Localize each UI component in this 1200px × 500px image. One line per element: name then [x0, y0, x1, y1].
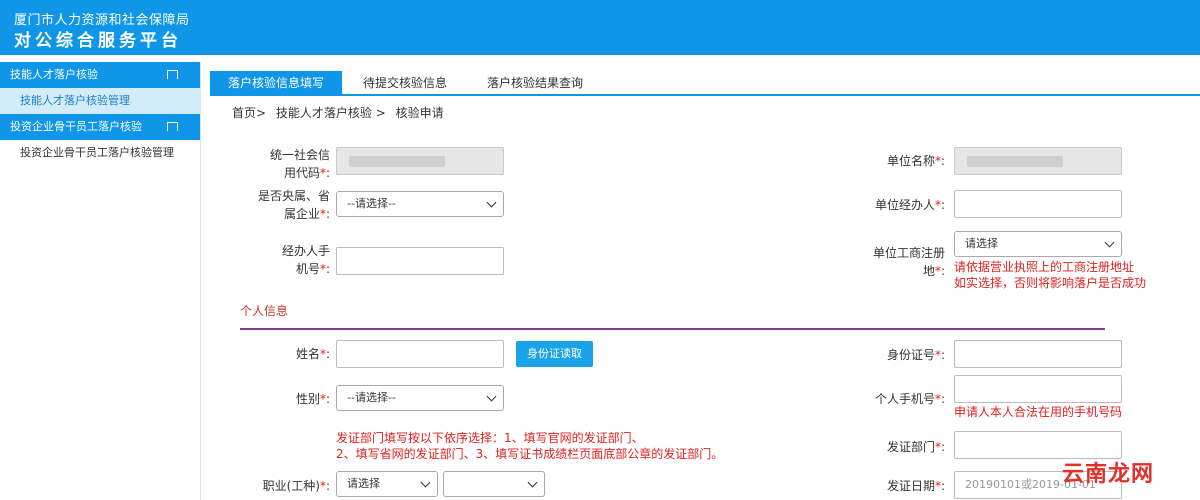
section-title-personal: 个人信息 — [240, 304, 289, 318]
sidebar-group-skilled-talent[interactable]: 技能人才落户核验 — [0, 62, 200, 88]
personal-phone-input[interactable] — [954, 375, 1122, 403]
chevron-down-icon — [486, 391, 497, 402]
credit-code-field — [336, 147, 504, 175]
name-label: 姓名*: — [295, 347, 330, 361]
personal-phone-hint: 申请人本人合法在用的手机号码 — [954, 405, 1123, 419]
occupation-label: 职业(工种)*: — [262, 479, 330, 493]
tab-fill-info[interactable]: 落户核验信息填写 — [210, 71, 342, 96]
sidebar-item-skilled-talent-manage[interactable]: 技能人才落户核验管理 — [0, 88, 200, 114]
handler-phone-label: 经办人手 机号*: — [281, 244, 330, 276]
reg-address-label: 单位工商注册 地*: — [872, 246, 945, 278]
chevron-down-icon — [527, 477, 538, 488]
id-number-label: 身份证号*: — [886, 348, 945, 362]
breadcrumb-home[interactable]: 首页> — [232, 106, 266, 120]
sidebar-group-investment-staff[interactable]: 投资企业骨干员工落户核验 — [0, 114, 200, 140]
personal-phone-label: 个人手机号*: — [874, 392, 945, 406]
occupation-select[interactable]: 请选择 — [336, 471, 438, 497]
unit-handler-label: 单位经办人*: — [874, 198, 945, 212]
gender-select[interactable]: --请选择-- — [336, 385, 504, 411]
sidebar: 技能人才落户核验 技能人才落户核验管理 投资企业骨干员工落户核验 投资企业骨干员… — [0, 62, 201, 500]
id-number-input[interactable] — [954, 340, 1122, 368]
issuer-input[interactable] — [954, 431, 1122, 459]
unit-name-label: 单位名称*: — [886, 154, 945, 168]
unit-handler-input[interactable] — [954, 190, 1122, 218]
sidebar-item-investment-staff-manage[interactable]: 投资企业骨干员工落户核验管理 — [0, 140, 200, 166]
sidebar-group-label: 技能人才落户核验 — [10, 68, 98, 81]
section-divider — [240, 328, 1105, 330]
unit-name-field — [954, 147, 1122, 175]
tab-pending-submit[interactable]: 待提交核验信息 — [350, 71, 460, 96]
gender-label: 性别*: — [295, 392, 330, 406]
chevron-down-icon — [486, 197, 497, 208]
tab-bar: 落户核验信息填写 待提交核验信息 落户核验结果查询 — [210, 71, 1200, 96]
collapse-icon[interactable] — [167, 122, 178, 131]
name-input[interactable] — [336, 340, 504, 368]
chevron-down-icon — [420, 477, 431, 488]
handler-phone-input[interactable] — [336, 247, 504, 275]
sidebar-group-label: 投资企业骨干员工落户核验 — [10, 120, 142, 133]
watermark: 云南龙网 — [1062, 462, 1155, 487]
app-header: 厦门市人力资源和社会保障局 对公综合服务平台 — [0, 0, 1200, 55]
tab-result-query[interactable]: 落户核验结果查询 — [472, 71, 598, 96]
issue-date-label: 发证日期*: — [886, 479, 945, 493]
chevron-down-icon — [1104, 237, 1115, 248]
central-enterprise-select[interactable]: --请选择-- — [336, 191, 504, 217]
breadcrumb-current: 核验申请 — [395, 106, 444, 120]
breadcrumb-section[interactable]: 技能人才落户核验 > — [276, 106, 386, 120]
credit-code-label: 统一社会信 用代码*: — [269, 148, 330, 180]
central-enterprise-label: 是否央属、省 属企业*: — [257, 189, 330, 221]
platform-name: 对公综合服务平台 — [14, 31, 182, 51]
issuer-hint: 发证部门填写按以下依序选择：1、填写官网的发证部门、 2、填写省网的发证部门、3… — [336, 431, 724, 461]
issuer-label: 发证部门*: — [886, 440, 945, 454]
occupation-subselect[interactable] — [443, 471, 545, 497]
breadcrumb: 首页> 技能人才落户核验 > 核验申请 — [232, 104, 450, 121]
id-card-read-button[interactable]: 身份证读取 — [516, 341, 593, 367]
reg-address-hint: 请依据营业执照上的工商注册地址 如实选择，否则将影响落户是否成功 — [954, 260, 1147, 290]
collapse-icon[interactable] — [167, 70, 178, 79]
reg-address-select[interactable]: 请选择 — [954, 231, 1122, 257]
